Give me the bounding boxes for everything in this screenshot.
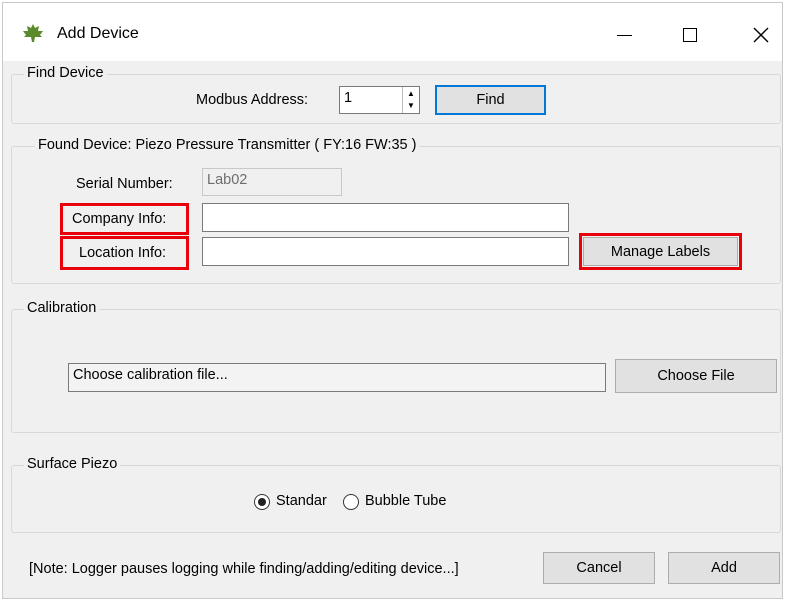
title-bar: Add Device — [3, 3, 782, 61]
spin-up-icon[interactable]: ▲ — [403, 87, 419, 99]
location-info-label: Location Info: — [79, 245, 167, 261]
find-button[interactable]: Find — [435, 85, 546, 115]
surface-piezo-legend: Surface Piezo — [24, 456, 121, 472]
modbus-address-label: Modbus Address: — [196, 92, 309, 108]
calibration-legend: Calibration — [24, 300, 100, 316]
bubble-tube-radio-label[interactable]: Bubble Tube — [365, 493, 446, 509]
add-device-window: Add Device Find Device Modbus Address: 1… — [2, 2, 783, 599]
calibration-file-field[interactable]: Choose calibration file... — [68, 363, 606, 392]
serial-number-field: Lab02 — [202, 168, 342, 196]
maximize-icon — [683, 28, 697, 42]
location-info-field[interactable] — [202, 237, 569, 266]
company-info-field[interactable] — [202, 203, 569, 232]
bubble-tube-radio[interactable] — [343, 494, 359, 510]
modbus-spinner[interactable]: ▲ ▼ — [402, 87, 419, 113]
manage-labels-label: Manage Labels — [610, 243, 711, 260]
close-icon — [753, 27, 769, 43]
found-device-legend: Found Device: Piezo Pressure Transmitter… — [35, 137, 420, 153]
find-device-legend: Find Device — [24, 65, 107, 81]
maximize-button[interactable] — [667, 17, 713, 53]
minimize-icon — [616, 34, 632, 36]
serial-number-value: Lab02 — [207, 172, 248, 188]
cancel-button[interactable]: Cancel — [543, 552, 655, 584]
spin-down-icon[interactable]: ▼ — [403, 99, 419, 111]
radio-selected-dot — [258, 498, 266, 506]
find-button-label: Find — [476, 92, 505, 108]
modbus-address-field[interactable]: 1 ▲ ▼ — [339, 86, 420, 114]
company-info-label: Company Info: — [72, 211, 167, 227]
logging-note: [Note: Logger pauses logging while findi… — [29, 561, 459, 577]
standard-radio-label[interactable]: Standar — [276, 493, 327, 509]
choose-file-label: Choose File — [657, 368, 735, 384]
window-title: Add Device — [57, 25, 139, 42]
minimize-button[interactable] — [601, 17, 647, 53]
add-button-label: Add — [711, 560, 737, 576]
manage-labels-button[interactable]: Manage Labels — [583, 237, 738, 266]
add-button[interactable]: Add — [668, 552, 780, 584]
close-button[interactable] — [738, 17, 784, 53]
serial-number-label: Serial Number: — [76, 176, 173, 192]
standard-radio[interactable] — [254, 494, 270, 510]
choose-file-button[interactable]: Choose File — [615, 359, 777, 393]
modbus-address-value: 1 — [344, 90, 353, 106]
maple-leaf-icon — [23, 24, 43, 42]
cancel-button-label: Cancel — [576, 560, 622, 576]
calibration-file-text: Choose calibration file... — [73, 367, 228, 383]
